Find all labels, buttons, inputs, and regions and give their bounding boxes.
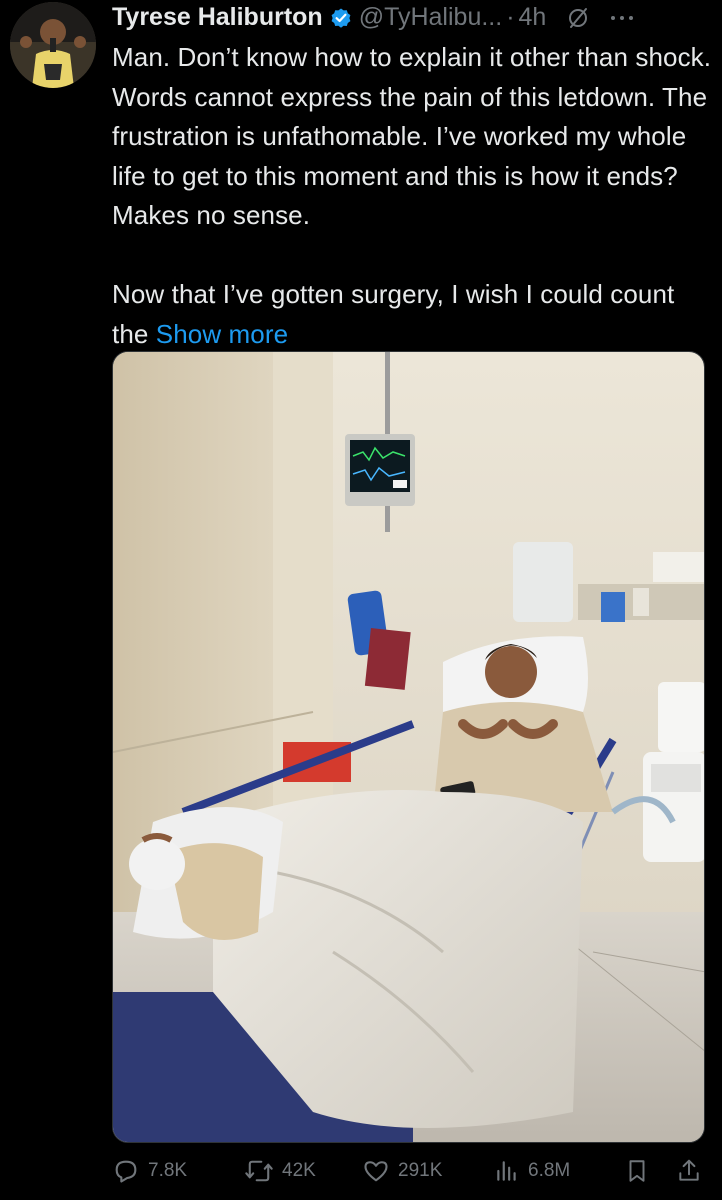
reply-icon — [115, 1160, 137, 1183]
tweet[interactable]: Tyrese Haliburton @TyHalibu... · 4h Man.… — [0, 0, 722, 1200]
like-count: 291K — [398, 1160, 443, 1181]
author-handle[interactable]: @TyHalibu... — [359, 0, 502, 34]
tweet-header: Tyrese Haliburton @TyHalibu... · 4h — [112, 0, 712, 34]
analytics-icon — [497, 1161, 516, 1181]
tweet-text-body: Man. Don’t know how to explain it other … — [112, 42, 712, 349]
tweet-text: Man. Don’t know how to explain it other … — [112, 38, 712, 354]
reply-count: 7.8K — [148, 1160, 188, 1181]
hospital-photo-icon — [113, 352, 704, 1142]
verified-badge-icon[interactable] — [329, 5, 353, 29]
bookmark-icon — [629, 1160, 645, 1182]
repost-button[interactable]: 42K — [244, 1157, 362, 1185]
repost-count: 42K — [282, 1160, 316, 1181]
heart-icon — [364, 1161, 388, 1182]
grok-icon[interactable] — [566, 5, 590, 29]
avatar-photo-icon — [10, 2, 96, 88]
views-count: 6.8M — [528, 1160, 571, 1181]
share-button[interactable] — [676, 1157, 706, 1185]
author-avatar[interactable] — [10, 2, 96, 88]
show-more-link[interactable]: Show more — [156, 319, 288, 349]
separator-dot: · — [506, 3, 515, 31]
reply-button[interactable]: 7.8K — [112, 1157, 244, 1185]
share-icon — [679, 1159, 699, 1181]
post-time[interactable]: 4h — [519, 0, 547, 34]
tweet-photo[interactable] — [112, 351, 705, 1143]
tweet-body: Tyrese Haliburton @TyHalibu... · 4h Man.… — [112, 0, 712, 354]
like-button[interactable]: 291K — [362, 1157, 494, 1185]
repost-icon — [245, 1160, 273, 1182]
bookmark-button[interactable] — [624, 1157, 676, 1185]
views-button[interactable]: 6.8M — [494, 1157, 624, 1185]
author-name[interactable]: Tyrese Haliburton — [112, 0, 323, 34]
more-options-icon[interactable] — [608, 5, 636, 29]
tweet-actions: 7.8K 42K 291K 6.8M — [112, 1151, 708, 1191]
